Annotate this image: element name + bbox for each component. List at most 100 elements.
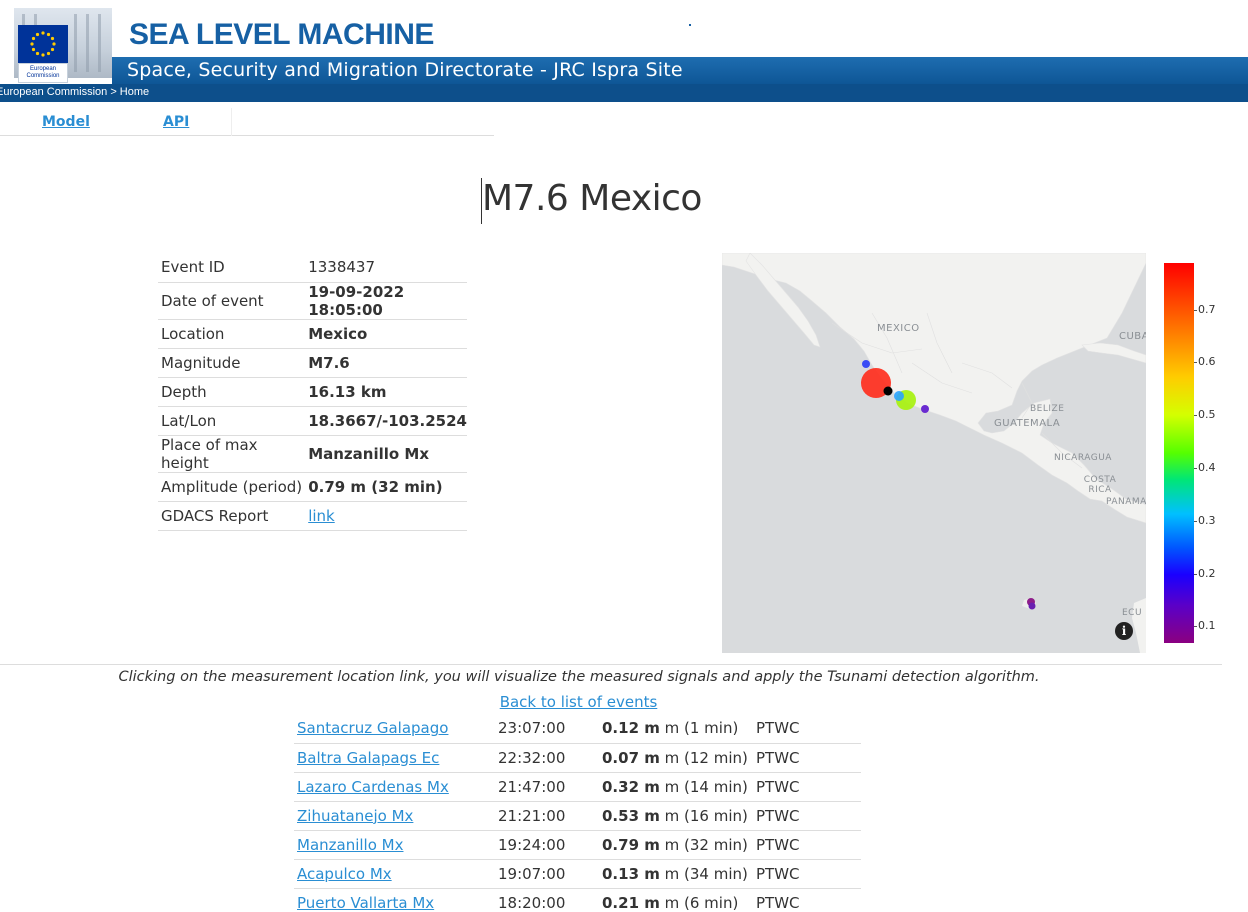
- table-row: Amplitude (period) 0.79 m (32 min): [158, 472, 467, 501]
- location-link[interactable]: Santacruz Galapago: [297, 719, 448, 737]
- amplitude-value: 0.32 m: [602, 777, 660, 796]
- amplitude-value: 0.12 m: [602, 719, 660, 738]
- time-cell: 19:24:00: [498, 835, 566, 854]
- depth-value: 16.13 km: [308, 382, 387, 401]
- table-row: Acapulco Mx 19:07:00 0.13 m m (34 min) P…: [294, 859, 861, 888]
- source-cell: PTWC: [756, 835, 800, 854]
- latlon-value: 18.3667/-103.2524: [308, 411, 467, 430]
- table-row: Magnitude M7.6: [158, 348, 467, 377]
- measurement-note: Clicking on the measurement location lin…: [118, 669, 1040, 685]
- location-link[interactable]: Zihuatanejo Mx: [297, 807, 413, 825]
- amplitude-cell: 0.53 m m (16 min): [602, 801, 756, 830]
- amplitude-detail: m (34 min): [659, 864, 748, 883]
- gdacs-report-cell: link: [305, 501, 467, 530]
- colorbar-tick: 0.4: [1194, 461, 1216, 474]
- gdacs-report-link[interactable]: link: [308, 507, 335, 525]
- table-row: Location Mexico: [158, 319, 467, 348]
- amplitude-value: 0.79 m (32 min): [308, 477, 443, 496]
- table-row: Date of event 19-09-2022 18:05:00: [158, 282, 467, 319]
- colorbar-tick: 0.5: [1194, 408, 1216, 421]
- event-map[interactable]: MEXICO CUBA BELIZE GUATEMALA NICARAGUA C…: [722, 253, 1146, 653]
- amplitude-cell: 0.21 m m (6 min): [602, 888, 756, 912]
- marker-epicenter[interactable]: [883, 386, 893, 396]
- colorbar-tick: 0.7: [1194, 303, 1216, 316]
- back-link-row: Back to list of events: [0, 693, 1157, 711]
- logo-caption: European Commission: [18, 63, 68, 83]
- marker-acapulco[interactable]: [921, 405, 929, 413]
- max-height-place-value: Manzanillo Mx: [308, 444, 430, 463]
- source-cell: PTWC: [756, 806, 800, 825]
- source-cell: PTWC: [756, 893, 800, 912]
- amplitude-value: 0.21 m: [602, 893, 660, 912]
- nav-api-link[interactable]: API: [163, 114, 189, 130]
- amplitude-cell: 0.12 m m (1 min): [602, 714, 756, 743]
- location-cell: Zihuatanejo Mx: [294, 801, 498, 830]
- table-row: Manzanillo Mx 19:24:00 0.79 m m (32 min)…: [294, 830, 861, 859]
- time-cell: 19:07:00: [498, 864, 566, 883]
- field-label: Event ID: [161, 258, 225, 277]
- time-cell: 21:47:00: [498, 777, 566, 796]
- magnitude-value: M7.6: [308, 353, 350, 372]
- table-row: Lazaro Cardenas Mx 21:47:00 0.32 m m (14…: [294, 772, 861, 801]
- amplitude-cell: 0.13 m m (34 min): [602, 859, 756, 888]
- section-divider: [0, 664, 1222, 665]
- amplitude-value: 0.13 m: [602, 864, 660, 883]
- table-row: Santacruz Galapago 23:07:00 0.12 m m (1 …: [294, 714, 861, 743]
- source-cell: PTWC: [756, 719, 800, 738]
- eu-flag-icon: [18, 25, 68, 63]
- measurements-table: Santacruz Galapago 23:07:00 0.12 m m (1 …: [294, 714, 861, 912]
- location-cell: Baltra Galapags Ec: [294, 743, 498, 772]
- location-cell: Santacruz Galapago: [294, 714, 498, 743]
- subtitle-bar: Space, Security and Migration Directorat…: [112, 57, 1248, 84]
- table-row: Depth 16.13 km: [158, 377, 467, 406]
- amplitude-detail: m (6 min): [659, 893, 739, 912]
- marker-lazaro-cardenas[interactable]: [894, 391, 904, 401]
- map-info-icon[interactable]: i: [1115, 622, 1133, 640]
- time-cell: 18:20:00: [498, 893, 566, 912]
- location-link[interactable]: Acapulco Mx: [297, 865, 392, 883]
- site-title[interactable]: SEA LEVEL MACHINE: [129, 18, 434, 52]
- table-row: GDACS Report link: [158, 501, 467, 530]
- field-label: Magnitude: [161, 353, 241, 372]
- breadcrumb[interactable]: European Commission > Home: [0, 86, 149, 98]
- nav-model-link[interactable]: Model: [42, 114, 90, 130]
- source-cell: PTWC: [756, 777, 800, 796]
- source-cell: PTWC: [756, 748, 800, 767]
- time-cell: 22:32:00: [498, 748, 566, 767]
- time-cell: 23:07:00: [498, 719, 566, 738]
- field-label: GDACS Report: [161, 506, 269, 525]
- map-markers-layer: [861, 360, 1036, 610]
- amplitude-colorbar: [1164, 263, 1194, 643]
- amplitude-cell: 0.32 m m (14 min): [602, 772, 756, 801]
- site-header: European Commission SEA LEVEL MACHINE Sp…: [0, 0, 1248, 102]
- event-info-table: Event ID 1338437 Date of event 19-09-202…: [158, 253, 467, 531]
- field-label: Location: [161, 324, 225, 343]
- amplitude-detail: m (1 min): [659, 719, 739, 738]
- event-title: M7.6 Mexico: [482, 178, 702, 219]
- european-commission-logo[interactable]: European Commission: [14, 8, 112, 83]
- marker-baltra-galapagos[interactable]: [1028, 602, 1036, 610]
- site-subtitle: Space, Security and Migration Directorat…: [127, 59, 683, 81]
- amplitude-cell: 0.79 m m (32 min): [602, 830, 756, 859]
- field-label: Date of event: [161, 291, 264, 310]
- table-row: Baltra Galapags Ec 22:32:00 0.07 m m (12…: [294, 743, 861, 772]
- back-to-events-link[interactable]: Back to list of events: [500, 693, 658, 711]
- location-cell: Puerto Vallarta Mx: [294, 888, 498, 912]
- table-row: Zihuatanejo Mx 21:21:00 0.53 m m (16 min…: [294, 801, 861, 830]
- table-row: Puerto Vallarta Mx 18:20:00 0.21 m m (6 …: [294, 888, 861, 912]
- amplitude-detail: m (16 min): [659, 806, 748, 825]
- field-label: Amplitude (period): [161, 477, 303, 496]
- nav-separator: [231, 108, 232, 136]
- table-row: Lat/Lon 18.3667/-103.2524: [158, 406, 467, 435]
- colorbar-tick: 0.6: [1194, 355, 1216, 368]
- location-link[interactable]: Baltra Galapags Ec: [297, 749, 439, 767]
- amplitude-detail: m (32 min): [659, 835, 748, 854]
- location-link[interactable]: Manzanillo Mx: [297, 836, 403, 854]
- field-label: Lat/Lon: [161, 411, 217, 430]
- header-dot: [689, 24, 691, 26]
- amplitude-value: 0.53 m: [602, 806, 660, 825]
- marker-puerto-vallarta[interactable]: [862, 360, 870, 368]
- location-link[interactable]: Lazaro Cardenas Mx: [297, 778, 449, 796]
- table-row: Event ID 1338437: [158, 253, 467, 282]
- location-link[interactable]: Puerto Vallarta Mx: [297, 894, 434, 912]
